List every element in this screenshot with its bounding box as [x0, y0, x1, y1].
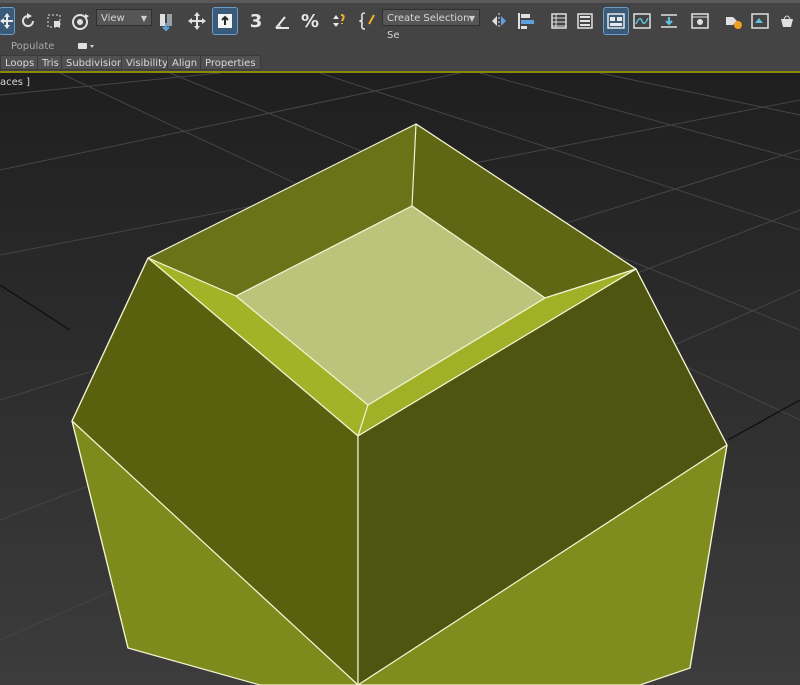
pivot-icon[interactable] — [156, 8, 178, 34]
selection-set-value: Create Selection Se — [387, 13, 470, 41]
tab-tris[interactable]: Tris — [37, 55, 64, 70]
display-options-icon[interactable] — [77, 41, 97, 52]
align-icon[interactable] — [514, 8, 538, 34]
toolbar-top-strip — [0, 0, 800, 3]
select-manipulate-icon[interactable] — [186, 8, 208, 34]
tab-subdivision[interactable]: Subdivision — [61, 55, 129, 70]
material-editor-icon[interactable] — [689, 8, 713, 34]
selection-set-dropdown[interactable]: Create Selection Se ▼ — [382, 9, 480, 41]
reference-coordinate-dropdown[interactable]: View ▼ — [96, 9, 152, 26]
populate-label[interactable]: Populate — [11, 40, 54, 54]
mirror-icon[interactable] — [488, 8, 510, 34]
spinner-snap-icon[interactable] — [326, 8, 348, 34]
percent-snap-icon[interactable]: % — [299, 8, 321, 34]
render-setup-icon[interactable] — [722, 8, 746, 34]
ribbon-toggle-icon[interactable] — [603, 7, 629, 35]
view-dropdown-value: View — [101, 13, 125, 24]
viewport-label[interactable]: aces ] — [0, 76, 30, 90]
percent-label: % — [300, 10, 320, 32]
curve-editor-icon[interactable] — [631, 8, 653, 34]
layer-stack-icon[interactable] — [574, 8, 596, 34]
tab-visibility[interactable]: Visibility — [121, 55, 173, 70]
select-object-icon[interactable] — [70, 8, 92, 34]
tab-properties[interactable]: Properties — [200, 55, 261, 70]
main-toolbar: View ▼ 3 % Create Selection Se ▼ — [0, 0, 800, 41]
named-selection-icon[interactable] — [358, 8, 378, 34]
snap-3d-icon[interactable]: 3 — [244, 8, 268, 34]
secondary-toolbar: Populate — [0, 40, 800, 54]
move-icon[interactable] — [0, 7, 15, 35]
viewport-canvas[interactable] — [0, 73, 800, 685]
angle-snap-icon[interactable] — [272, 8, 294, 34]
scale-region-icon[interactable] — [44, 8, 66, 34]
modeling-ribbon: Loops Tris Subdivision Visibility Align … — [0, 54, 800, 73]
keyboard-shortcut-icon[interactable] — [212, 7, 238, 35]
schematic-view-icon[interactable] — [658, 8, 680, 34]
rotate-icon[interactable] — [18, 8, 38, 34]
tab-align[interactable]: Align — [167, 55, 203, 70]
render-frame-icon[interactable] — [749, 8, 773, 34]
layer-explorer-icon[interactable] — [548, 8, 570, 34]
snap-3-label: 3 — [249, 10, 263, 32]
tab-loops[interactable]: Loops — [0, 55, 40, 70]
render-icon[interactable] — [776, 8, 798, 34]
chevron-down-icon: ▼ — [140, 14, 147, 23]
chevron-down-icon: ▼ — [468, 14, 475, 23]
perspective-viewport[interactable] — [0, 73, 800, 685]
